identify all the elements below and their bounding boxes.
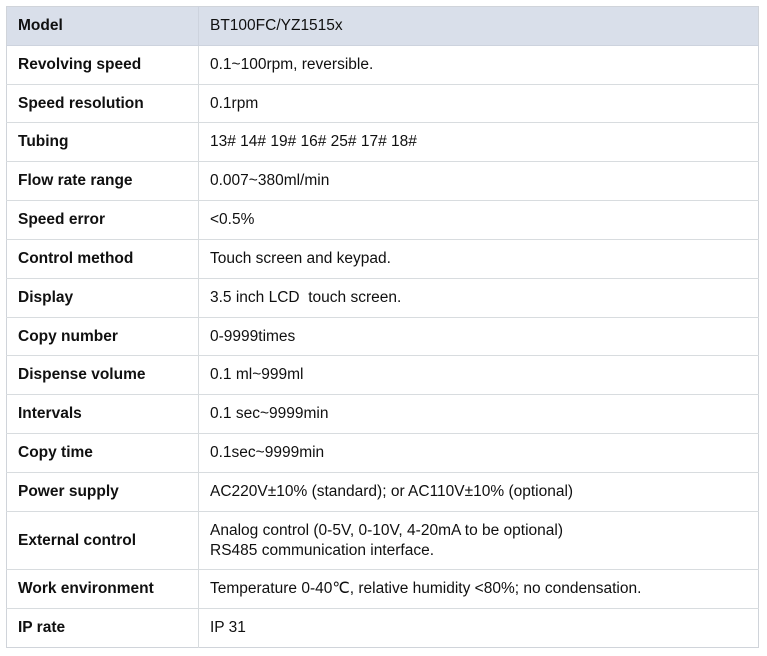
table-row: Display 3.5 inch LCD touch screen. bbox=[6, 278, 759, 318]
table-row: Intervals 0.1 sec~9999min bbox=[6, 394, 759, 435]
spec-value-cell: Analog control (0-5V, 0-10V, 4-20mA to b… bbox=[198, 511, 759, 571]
table-row: Speed resolution 0.1rpm bbox=[6, 84, 759, 124]
spec-value-cell: 0.007~380ml/min bbox=[198, 161, 759, 202]
spec-value-cell: 3.5 inch LCD touch screen. bbox=[198, 278, 759, 318]
spec-label-cell: Revolving speed bbox=[6, 45, 199, 85]
spec-value-cell: 0.1sec~9999min bbox=[198, 433, 759, 473]
table-row: Flow rate range 0.007~380ml/min bbox=[6, 161, 759, 202]
spec-value-cell: 0.1rpm bbox=[198, 84, 759, 124]
spec-label-cell: Display bbox=[6, 278, 199, 318]
table-row: Revolving speed 0.1~100rpm, reversible. bbox=[6, 45, 759, 85]
spec-label-cell: Speed error bbox=[6, 200, 199, 240]
specification-table-body: Model BT100FC/YZ1515x Revolving speed 0.1~1… bbox=[6, 6, 759, 648]
spec-label-cell: External control bbox=[6, 511, 199, 571]
table-row: Speed error <0.5% bbox=[6, 200, 759, 240]
table-row: Copy number 0-9999times bbox=[6, 317, 759, 357]
specification-table: Model BT100FC/YZ1515x Revolving speed 0.1~1… bbox=[6, 6, 759, 649]
spec-label-cell: Model bbox=[6, 6, 199, 46]
spec-value-cell: 0.1 sec~9999min bbox=[198, 394, 759, 435]
spec-label-cell: Dispense volume bbox=[6, 355, 199, 396]
spec-value-cell: BT100FC/YZ1515x bbox=[198, 6, 759, 46]
spec-label-cell: Work environment bbox=[6, 569, 199, 610]
spec-value-cell: 0-9999times bbox=[198, 317, 759, 357]
spec-value-cell: 0.1~100rpm, reversible. bbox=[198, 45, 759, 85]
table-row: Power supply AC220V±10% (standard); or AC… bbox=[6, 472, 759, 512]
spec-label-cell: Power supply bbox=[6, 472, 199, 512]
spec-value-cell: Touch screen and keypad. bbox=[198, 239, 759, 279]
spec-label-cell: Copy time bbox=[6, 433, 199, 473]
spec-label-cell: Flow rate range bbox=[6, 161, 199, 202]
spec-value-cell: AC220V±10% (standard); or AC110V±10% (op… bbox=[198, 472, 759, 512]
specification-table-container: Model BT100FC/YZ1515x Revolving speed 0.1~1… bbox=[0, 0, 767, 656]
spec-label-cell: Intervals bbox=[6, 394, 199, 435]
spec-label-cell: Tubing bbox=[6, 122, 199, 163]
table-header-row: Model BT100FC/YZ1515x bbox=[6, 6, 759, 46]
spec-label-cell: Speed resolution bbox=[6, 84, 199, 124]
table-row: External control Analog control (0-5V, 0-… bbox=[6, 511, 759, 571]
spec-label-cell: Control method bbox=[6, 239, 199, 279]
table-row: Tubing 13# 14# 19# 16# 25# 17# 18# bbox=[6, 122, 759, 163]
spec-value-cell: 13# 14# 19# 16# 25# 17# 18# bbox=[198, 122, 759, 163]
table-row: Copy time 0.1sec~9999min bbox=[6, 433, 759, 473]
spec-value-cell: <0.5% bbox=[198, 200, 759, 240]
table-row: Dispense volume 0.1 ml~999ml bbox=[6, 355, 759, 396]
table-row: Work environment Temperature 0-40℃, relat… bbox=[6, 569, 759, 610]
spec-value-cell: 0.1 ml~999ml bbox=[198, 355, 759, 396]
spec-value-cell: Temperature 0-40℃, relative humidity <80… bbox=[198, 569, 759, 610]
spec-label-cell: Copy number bbox=[6, 317, 199, 357]
table-row: Control method Touch screen and keypad. bbox=[6, 239, 759, 279]
